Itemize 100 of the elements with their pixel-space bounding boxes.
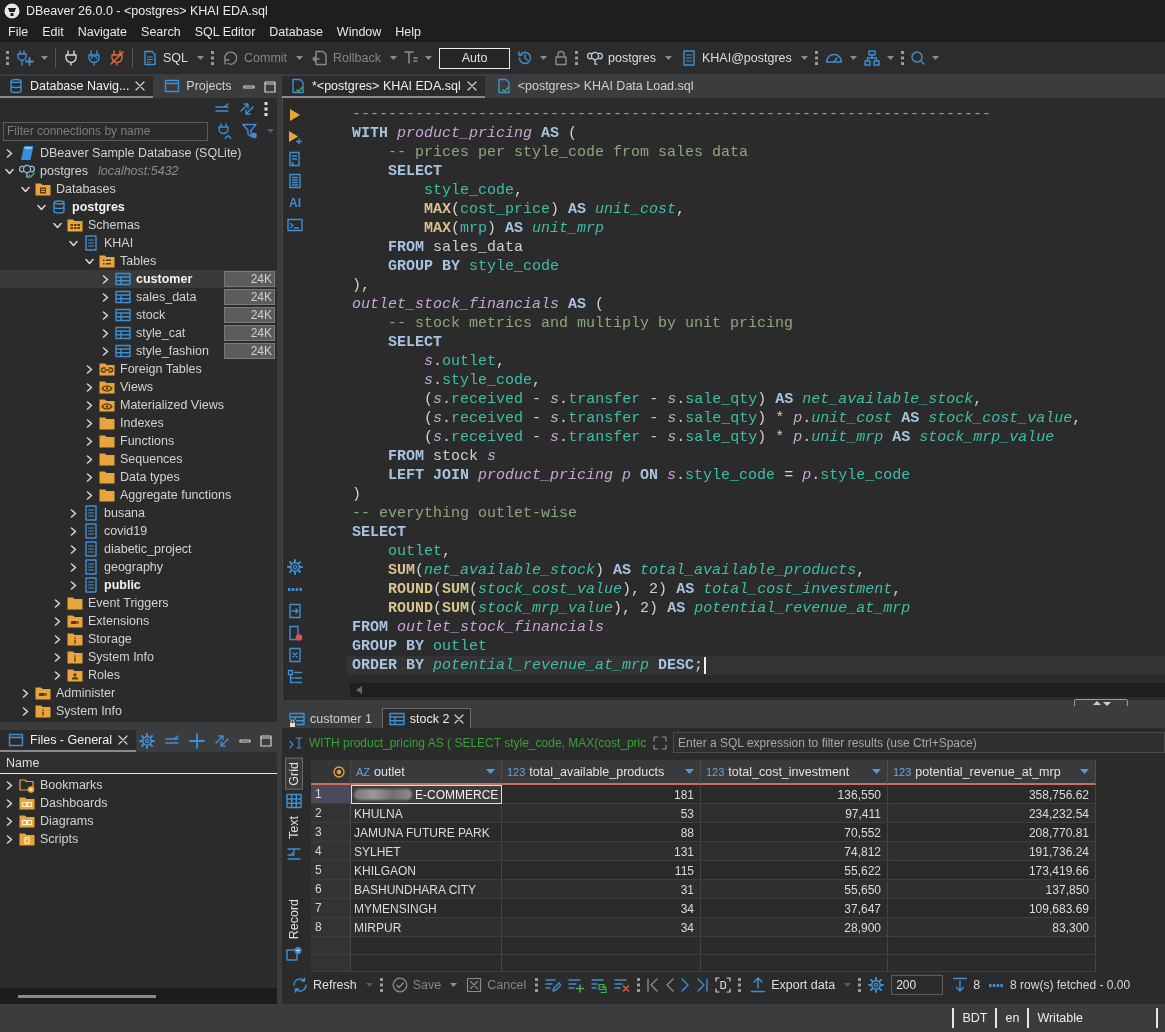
collapse-toggle-icon[interactable] — [1074, 698, 1128, 708]
connection-button[interactable]: postgres — [585, 46, 658, 70]
caret-icon[interactable] — [540, 56, 547, 60]
transaction-mode-button[interactable]: Auto — [439, 47, 510, 69]
caret-icon[interactable] — [886, 56, 894, 60]
row-number[interactable]: 3 — [311, 823, 351, 842]
previous-icon[interactable] — [666, 978, 675, 992]
unplug-icon[interactable] — [109, 50, 125, 66]
scrollbar-thumb[interactable] — [18, 994, 156, 998]
tree-item[interactable]: Extensions — [53, 612, 150, 630]
chevron-down-icon[interactable] — [5, 166, 14, 176]
fetch-all-button[interactable]: 8 — [950, 973, 983, 997]
chevron-right-icon[interactable] — [53, 634, 62, 644]
result-tab[interactable]: stock 2 — [381, 708, 472, 728]
text-cursor-icon[interactable] — [289, 735, 303, 750]
column-header[interactable]: Name — [0, 752, 277, 774]
settings-icon[interactable] — [868, 977, 885, 993]
filter-icon[interactable] — [242, 123, 258, 139]
grid-icon[interactable] — [286, 792, 302, 809]
next-icon[interactable] — [681, 978, 690, 992]
menu-item[interactable]: SQL Editor — [187, 22, 263, 42]
menu-item[interactable]: File — [1, 22, 36, 42]
row-number[interactable]: 7 — [311, 899, 351, 918]
lines-x-icon[interactable] — [614, 977, 631, 993]
play-icon[interactable] — [289, 108, 301, 122]
caret-icon[interactable] — [390, 56, 397, 60]
caret-icon[interactable] — [425, 56, 432, 60]
column-header[interactable]: 123 total_available_products — [502, 760, 701, 785]
chevron-down-icon[interactable] — [69, 238, 78, 248]
tree-item[interactable]: Schemas — [53, 216, 141, 234]
chevron-right-icon[interactable] — [53, 616, 62, 626]
tree-item[interactable]: Tables — [85, 252, 157, 270]
tree-item[interactable]: Event Triggers — [53, 594, 169, 612]
chevron-right-icon[interactable] — [5, 834, 14, 844]
menu-item[interactable]: Database — [262, 22, 330, 42]
document-arrow-icon[interactable] — [287, 603, 303, 619]
link-arrows-icon[interactable] — [214, 733, 230, 749]
chevron-right-icon[interactable] — [53, 598, 62, 608]
tree-item[interactable]: Functions — [85, 432, 175, 450]
chevron-right-icon[interactable] — [85, 490, 94, 500]
caret-icon[interactable] — [931, 56, 939, 60]
plug-plus-icon[interactable] — [16, 50, 34, 66]
chevron-right-icon[interactable] — [69, 526, 78, 536]
view-tab[interactable]: Grid — [285, 758, 303, 790]
view-tab[interactable]: Record — [285, 894, 303, 943]
tree-item[interactable]: Indexes — [85, 414, 164, 432]
chevron-right-icon[interactable] — [85, 364, 94, 374]
caret-icon[interactable] — [296, 56, 304, 60]
sort-caret-icon[interactable] — [486, 769, 495, 774]
chevron-right-icon[interactable] — [69, 562, 78, 572]
export-button[interactable]: Export data — [748, 973, 838, 997]
chevron-right-icon[interactable] — [85, 382, 94, 392]
list-tree-icon[interactable] — [287, 669, 303, 685]
tree-item[interactable]: System Info — [53, 648, 154, 666]
row-number[interactable]: 2 — [311, 804, 351, 823]
caret-icon[interactable] — [849, 56, 857, 60]
plus-icon[interactable] — [189, 733, 205, 749]
caret-icon[interactable] — [664, 56, 672, 60]
chevron-right-icon[interactable] — [85, 418, 94, 428]
record-icon[interactable] — [286, 946, 302, 962]
chevron-right-icon[interactable] — [85, 472, 94, 482]
chevron-right-icon[interactable] — [101, 346, 110, 356]
lock-icon[interactable] — [554, 50, 568, 66]
menu-item[interactable]: Edit — [35, 22, 71, 42]
caret-icon[interactable] — [41, 56, 48, 60]
ai-button[interactable]: AI — [289, 196, 301, 210]
tree-item[interactable]: Dashboards — [5, 794, 108, 812]
tree-item[interactable]: busana — [69, 504, 145, 522]
row-number[interactable]: 8 — [311, 918, 351, 937]
fetch-size-field[interactable]: 200 — [891, 975, 944, 995]
tree-item[interactable]: covid19 — [69, 522, 148, 540]
row-number[interactable]: 5 — [311, 861, 351, 880]
close-icon[interactable] — [118, 735, 128, 745]
tree-item[interactable]: Views — [85, 378, 154, 396]
search-icon[interactable] — [910, 51, 925, 65]
last-page-icon[interactable] — [696, 978, 709, 992]
chevron-right-icon[interactable] — [5, 816, 14, 826]
document-x-icon[interactable] — [287, 647, 303, 663]
tree-item[interactable]: customer 24K — [0, 270, 277, 288]
menu-item[interactable]: Help — [388, 22, 429, 42]
sort-caret-icon[interactable] — [685, 769, 694, 774]
lines-plus-icon[interactable] — [568, 977, 585, 993]
close-icon[interactable] — [466, 81, 477, 91]
sort-caret-icon[interactable] — [1080, 769, 1089, 774]
caret-icon[interactable] — [800, 56, 808, 60]
text-lines-icon[interactable] — [286, 845, 302, 862]
chevron-right-icon[interactable] — [53, 652, 62, 662]
row-number[interactable]: 4 — [311, 842, 351, 861]
tree-item[interactable]: Foreign Tables — [85, 360, 202, 378]
result-tab[interactable]: customer 1 — [282, 708, 379, 728]
refresh-icon[interactable] — [292, 977, 308, 993]
tree-item[interactable]: Administer — [21, 684, 116, 702]
more-icon[interactable] — [264, 102, 268, 116]
filter-input[interactable]: Filter connections by name — [3, 121, 208, 141]
tree-item[interactable]: System Info — [21, 702, 122, 720]
settings-icon[interactable] — [139, 733, 155, 749]
bracket-frame-icon[interactable] — [715, 977, 732, 993]
sql-button[interactable]: SQL — [140, 46, 190, 70]
tree-item[interactable]: Data types — [85, 468, 180, 486]
close-icon[interactable] — [135, 81, 146, 91]
